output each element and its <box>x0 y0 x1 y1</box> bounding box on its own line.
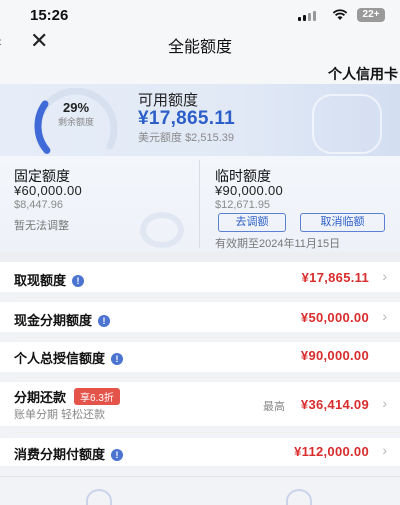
list-item-cash-installment[interactable]: 现金分期额度! ¥50,000.00 › <box>0 302 400 332</box>
page-title: 全能额度 <box>167 39 232 56</box>
decorative-yen-icon <box>140 212 184 248</box>
status-bar: 15:26 22+ <box>0 0 400 30</box>
info-icon[interactable]: ! <box>111 449 124 461</box>
available-limit-value: ¥17,865.11 <box>138 108 236 129</box>
decorative-bag-icon <box>312 94 382 154</box>
wifi-icon <box>332 9 348 20</box>
remaining-label: 剩余额度 <box>57 117 94 127</box>
section-gap <box>0 252 400 262</box>
divider <box>14 337 400 338</box>
signal-icon <box>298 11 316 21</box>
promo-badge: 享6.3折 <box>74 388 120 405</box>
remaining-percent: 29% <box>62 100 90 115</box>
consumer-installment-label: 消费分期付额度 <box>14 447 106 462</box>
list-item-total-credit: 个人总授信额度! ¥90,000.00 <box>0 342 400 372</box>
installment-repayment-value: ¥36,414.09 <box>300 397 369 412</box>
cancel-temporary-limit-button[interactable]: 取消临额 <box>300 213 385 232</box>
list-item-installment-repayment[interactable]: 分期还款 享6.3折 账单分期 轻松还款 最高 ¥36,414.09 › <box>0 382 400 426</box>
fixed-limit-usd: $8,447.96 <box>14 199 63 211</box>
row-label: 取现额度! <box>14 270 85 289</box>
card-tab-bar: 个人信用卡 <box>0 58 400 84</box>
chevron-right-icon: › <box>382 395 387 411</box>
fixed-limit-value: ¥60,000.00 <box>14 183 83 198</box>
info-icon[interactable]: ! <box>98 315 111 327</box>
divider <box>14 297 400 298</box>
max-label: 最高 <box>263 401 285 413</box>
usd-limit-label: 美元额度 <box>138 132 182 144</box>
total-credit-value: ¥90,000.00 <box>300 348 369 363</box>
row-label: 消费分期付额度! <box>14 444 124 463</box>
row-label: 分期还款 享6.3折 <box>14 387 120 406</box>
row-label: 个人总授信额度! <box>14 348 124 367</box>
bottom-bar <box>0 476 400 505</box>
cash-withdrawal-value: ¥17,865.11 <box>301 270 369 285</box>
list-item-consumer-installment[interactable]: 消费分期付额度! ¥112,000.00 › <box>0 438 400 466</box>
battery-icon: 22+ <box>357 8 385 22</box>
usd-limit: 美元额度 $2,515.39 <box>138 129 234 145</box>
cash-installment-label: 现金分期额度 <box>14 313 93 328</box>
fixed-limit-note: 暂无法调整 <box>14 220 69 232</box>
consumer-installment-value: ¥112,000.00 <box>294 444 369 459</box>
adjust-limit-button[interactable]: 去调额 <box>218 213 286 232</box>
bill-icon[interactable] <box>86 489 112 505</box>
tab-personal-credit-card[interactable]: 个人信用卡 <box>328 64 398 84</box>
installment-repayment-label: 分期还款 <box>14 390 67 405</box>
usd-limit-value: $2,515.39 <box>185 132 234 144</box>
limits-panel: 固定额度 ¥60,000.00 $8,447.96 暂无法调整 临时额度 ¥90… <box>0 156 400 252</box>
temporary-limit-value: ¥90,000.00 <box>215 183 284 198</box>
installment-repayment-sub: 账单分期 轻松还款 <box>14 409 106 421</box>
temporary-limit-usd: $12,671.95 <box>215 199 271 211</box>
cash-withdrawal-label: 取现额度 <box>14 273 67 288</box>
row-label: 现金分期额度! <box>14 310 111 329</box>
divider <box>14 377 400 378</box>
chevron-right-icon: › <box>382 442 387 458</box>
available-limit-panel: 29% 剩余额度 可用额度 ¥17,865.11 美元额度 $2,515.39 <box>0 84 400 156</box>
available-limit-label: 可用额度 <box>138 92 199 109</box>
list-item-cash-withdrawal[interactable]: 取现额度! ¥17,865.11 › <box>0 262 400 292</box>
divider <box>199 160 200 248</box>
status-time: 15:26 <box>30 7 69 24</box>
info-icon[interactable]: ! <box>72 275 85 287</box>
total-credit-label: 个人总授信额度 <box>14 351 106 366</box>
nav-bar: ‹ ✕ 全能额度 <box>0 30 400 58</box>
divider <box>14 432 400 433</box>
info-icon[interactable]: ! <box>111 353 124 365</box>
chevron-right-icon: › <box>382 268 387 284</box>
temporary-limit-validity: 有效期至2024年11月15日 <box>215 238 341 250</box>
cash-installment-value: ¥50,000.00 <box>300 310 369 325</box>
service-icon[interactable] <box>286 489 312 505</box>
chevron-right-icon: › <box>382 308 387 324</box>
